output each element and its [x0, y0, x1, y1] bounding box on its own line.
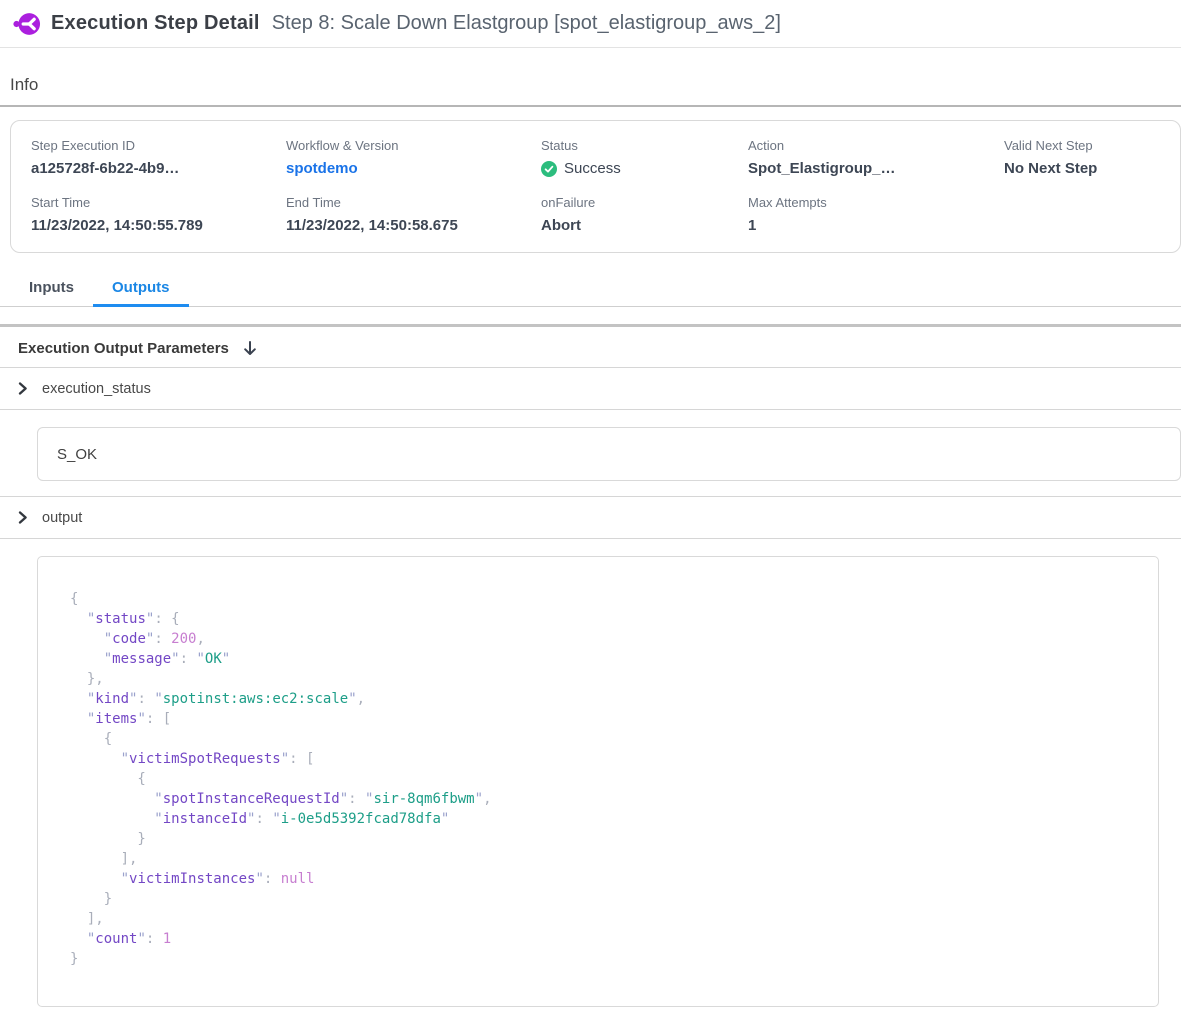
field-value: No Next Step [1004, 160, 1180, 177]
page-title: Execution Step Detail [51, 12, 260, 35]
field-workflow-version: Workflow & Version spotdemo [286, 138, 541, 177]
output-json-box: { "status": { "code": 200, "message": "O… [37, 556, 1159, 1007]
param-row-execution-status[interactable]: execution_status [0, 368, 1181, 410]
field-value: 11/23/2022, 14:50:58.675 [286, 217, 541, 234]
output-parameters-header: Execution Output Parameters [18, 340, 1181, 357]
info-section-label: Info [10, 75, 1181, 95]
field-value: 11/23/2022, 14:50:55.789 [31, 217, 286, 234]
field-onfailure: onFailure Abort [541, 195, 748, 234]
field-action: Action Spot_Elastigroup_… [748, 138, 1004, 177]
field-value: 1 [748, 217, 1004, 234]
app-logo-icon [13, 11, 41, 37]
param-name: output [42, 510, 82, 526]
field-label: Action [748, 138, 1004, 153]
field-value: Abort [541, 217, 748, 234]
output-parameters-title: Execution Output Parameters [18, 340, 229, 357]
field-value: Spot_Elastigroup_… [748, 160, 1004, 177]
field-step-execution-id: Step Execution ID a125728f-6b22-4b9… [31, 138, 286, 177]
header-bar: Execution Step Detail Step 8: Scale Down… [0, 0, 1181, 48]
tab-bar: Inputs Outputs [0, 279, 1181, 307]
section-divider [0, 324, 1181, 327]
field-max-attempts: Max Attempts 1 [748, 195, 1004, 234]
tab-inputs[interactable]: Inputs [10, 279, 93, 306]
tab-outputs[interactable]: Outputs [93, 279, 189, 306]
param-name: execution_status [42, 381, 151, 397]
chevron-right-icon[interactable] [17, 382, 29, 395]
status-text: Success [564, 160, 621, 177]
execution-status-value-box: S_OK [37, 427, 1181, 481]
field-status: Status Success [541, 138, 748, 177]
workflow-link[interactable]: spotdemo [286, 160, 541, 177]
chevron-right-icon[interactable] [17, 511, 29, 524]
field-end-time: End Time 11/23/2022, 14:50:58.675 [286, 195, 541, 234]
field-valid-next-step: Valid Next Step No Next Step [1004, 138, 1180, 177]
field-label: Step Execution ID [31, 138, 286, 153]
field-value: a125728f-6b22-4b9… [31, 160, 286, 177]
field-start-time: Start Time 11/23/2022, 14:50:55.789 [31, 195, 286, 234]
info-card: Step Execution ID a125728f-6b22-4b9… Wor… [10, 120, 1181, 253]
field-label: Start Time [31, 195, 286, 210]
info-divider [0, 105, 1181, 107]
success-check-icon [541, 161, 557, 177]
param-row-output[interactable]: output [0, 497, 1181, 539]
status-badge: Success [541, 160, 748, 177]
field-label: Max Attempts [748, 195, 1004, 210]
field-label: Workflow & Version [286, 138, 541, 153]
execution-status-value: S_OK [57, 446, 97, 463]
field-label: onFailure [541, 195, 748, 210]
field-label: Status [541, 138, 748, 153]
arrow-down-icon[interactable] [242, 340, 258, 357]
field-label: Valid Next Step [1004, 138, 1180, 153]
page-subtitle: Step 8: Scale Down Elastgroup [spot_elas… [272, 12, 781, 35]
field-label: End Time [286, 195, 541, 210]
output-json-code: { "status": { "code": 200, "message": "O… [38, 557, 1158, 969]
